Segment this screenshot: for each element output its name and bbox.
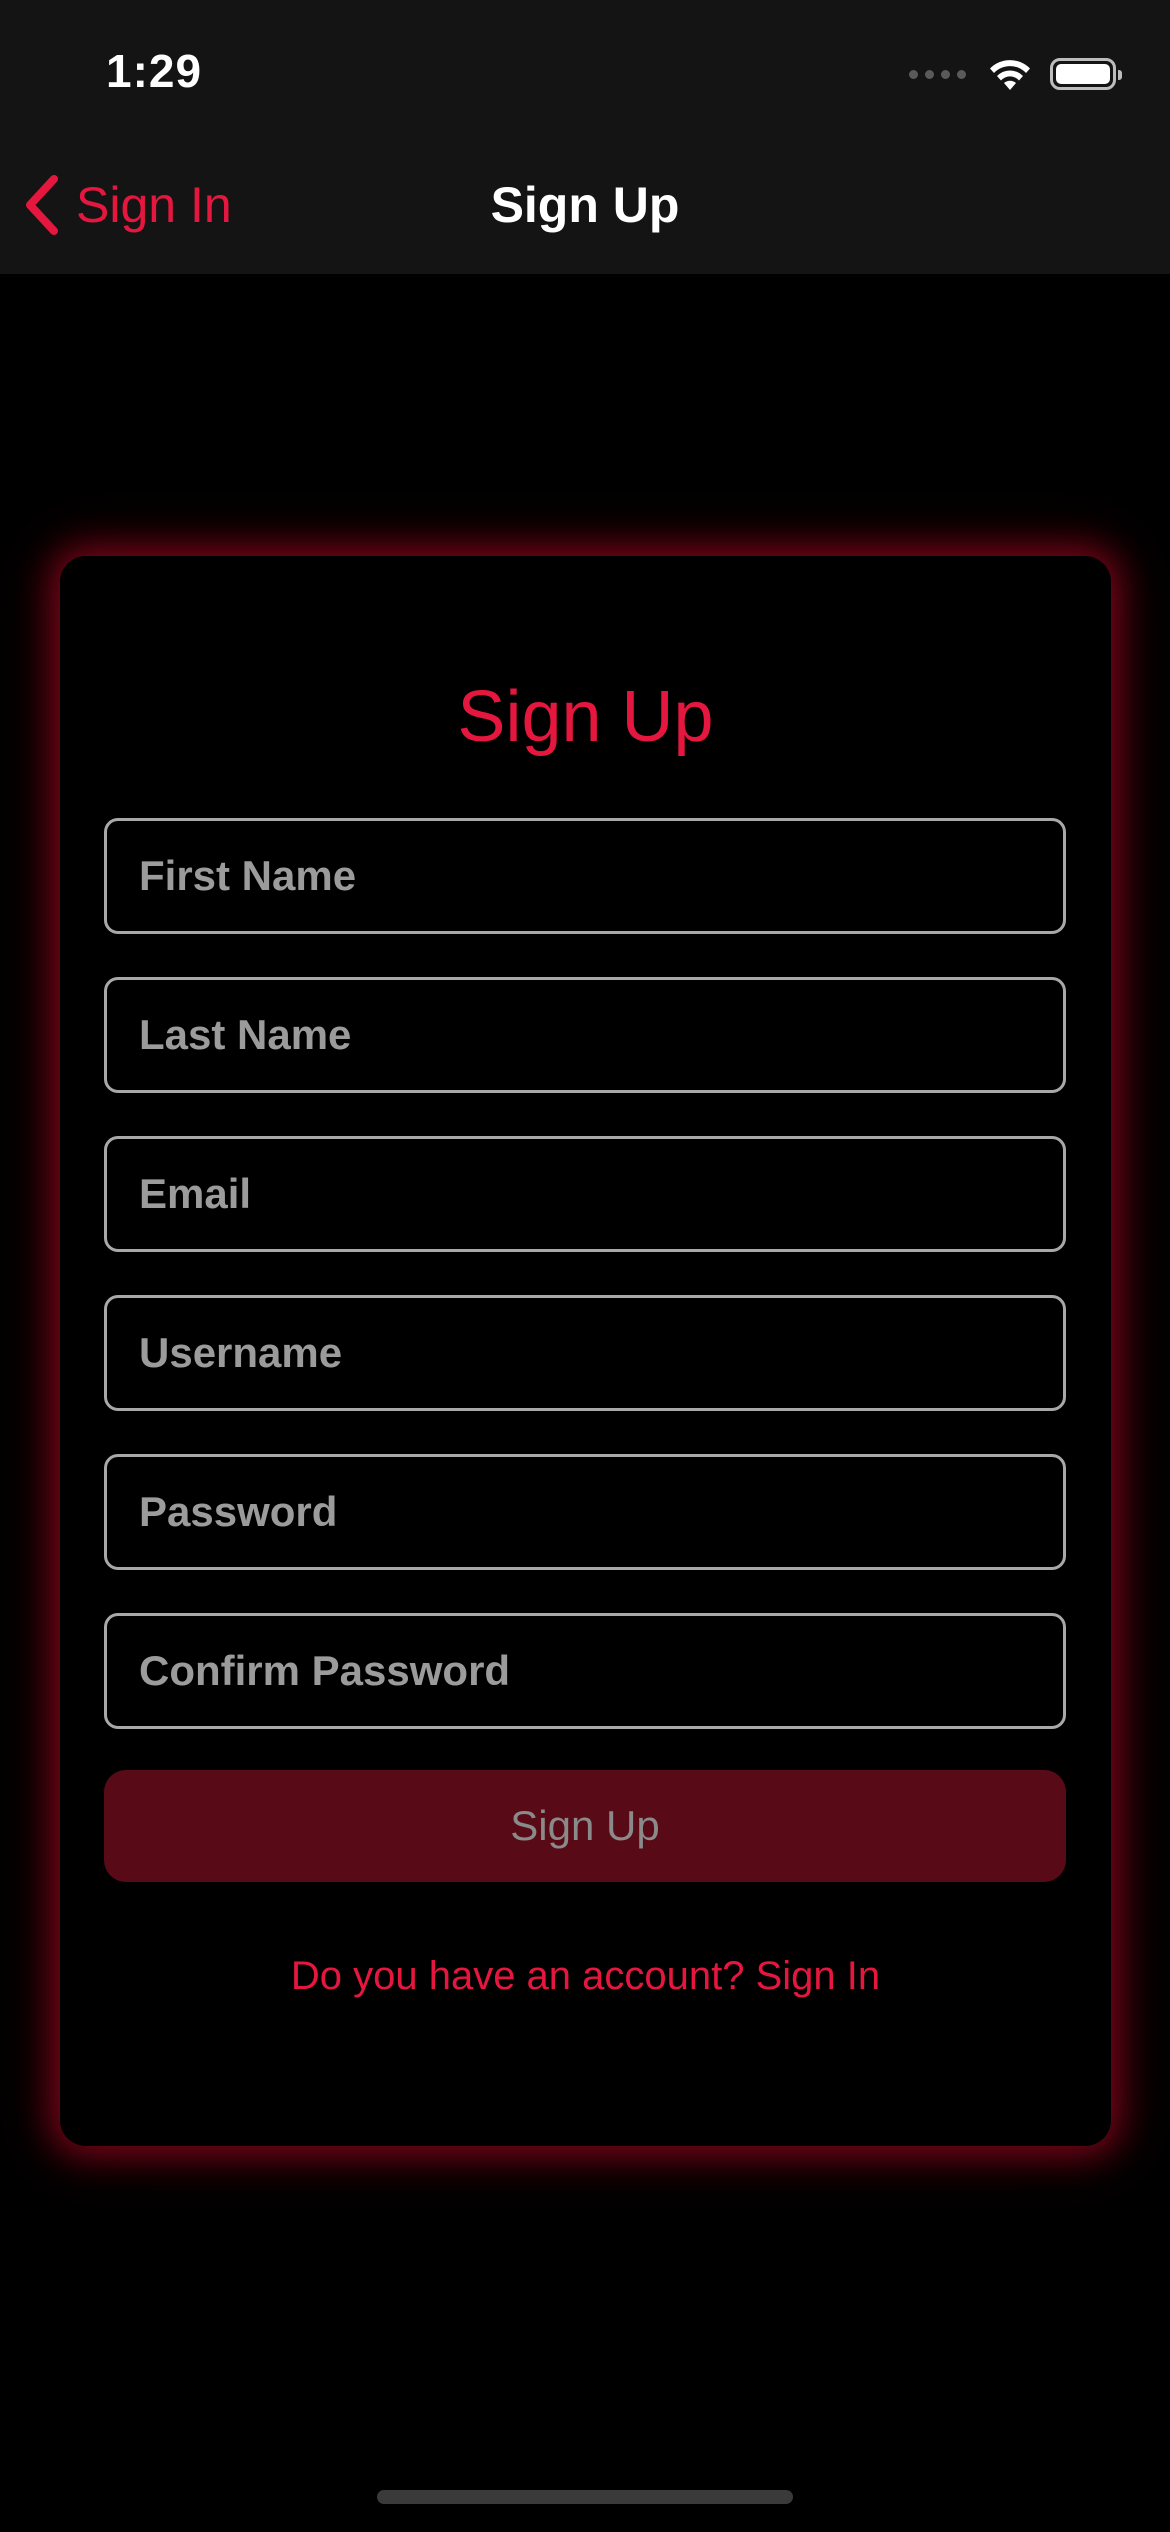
sign-up-button[interactable]: Sign Up [104,1770,1066,1882]
battery-icon [1050,58,1122,90]
email-field[interactable] [104,1136,1066,1252]
back-button-label: Sign In [76,177,232,233]
first-name-field[interactable] [104,818,1066,934]
chevron-left-icon [26,175,58,235]
home-indicator[interactable] [377,2490,793,2504]
wifi-icon [990,60,1030,90]
status-time: 1:29 [106,45,203,97]
status-icons [909,52,1122,96]
status-bar: 1:29 [0,0,1170,140]
form-title: Sign Up [457,677,714,757]
back-button[interactable]: Sign In [22,170,232,240]
last-name-field[interactable] [104,977,1066,1093]
username-field[interactable] [104,1295,1066,1411]
confirm-password-field[interactable] [104,1613,1066,1729]
sign-in-link[interactable]: Do you have an account? Sign In [60,1954,1111,1999]
cellular-signal-icon [909,69,966,79]
navigation-bar: Sign Up Sign In [0,140,1170,274]
signup-card: Sign Up Sign Up Do you have an account? … [60,556,1111,2146]
password-field[interactable] [104,1454,1066,1570]
